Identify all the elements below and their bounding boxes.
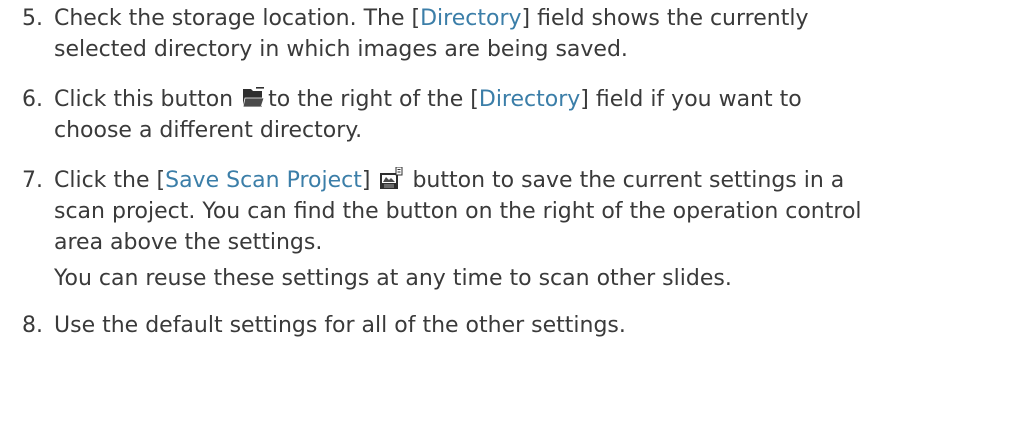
save-scan-project-link[interactable]: Save Scan Project bbox=[165, 168, 362, 193]
text-run: area above the settings. bbox=[54, 230, 323, 255]
text-run: to the right of the [ bbox=[268, 87, 479, 112]
folder-open-icon[interactable] bbox=[242, 86, 266, 109]
step-number: 8. bbox=[22, 313, 43, 338]
step-number: 6. bbox=[22, 87, 43, 112]
step-line: Use the default settings for all of the … bbox=[54, 310, 1014, 341]
step-number: 7. bbox=[22, 168, 43, 193]
step-text: Use the default settings for all of the … bbox=[54, 310, 1014, 341]
directory-field-link[interactable]: Directory bbox=[479, 87, 580, 112]
instruction-steps: 5. Check the storage location. The [Dire… bbox=[0, 0, 1021, 421]
text-run: ] field shows the currently bbox=[521, 6, 809, 31]
step-line: Click the [Save Scan Project] button to … bbox=[54, 165, 1014, 196]
step-line: choose a different directory. bbox=[54, 115, 1014, 146]
directory-field-link[interactable]: Directory bbox=[420, 6, 521, 31]
text-run: Use the default settings for all of the … bbox=[54, 313, 626, 338]
step-line: Click this button to the right of the [D… bbox=[54, 84, 1014, 115]
text-run: scan project. You can find the button on… bbox=[54, 199, 862, 224]
text-run: Check the storage location. The [ bbox=[54, 6, 421, 31]
step-line: scan project. You can find the button on… bbox=[54, 196, 1014, 227]
text-run: Click this button bbox=[54, 87, 234, 112]
text-run: choose a different directory. bbox=[54, 118, 363, 143]
save-scan-project-icon[interactable] bbox=[379, 166, 403, 190]
text-run: Click the [ bbox=[54, 168, 166, 193]
step-text: Click this button to the right of the [D… bbox=[54, 84, 1014, 146]
step-line: Check the storage location. The [Directo… bbox=[54, 3, 1014, 34]
text-run: selected directory in which images are b… bbox=[54, 37, 628, 62]
text-run: ] field if you want to bbox=[580, 87, 802, 112]
step-line: selected directory in which images are b… bbox=[54, 34, 1014, 65]
step-text: Check the storage location. The [Directo… bbox=[54, 3, 1014, 65]
step-number: 5. bbox=[22, 6, 43, 31]
text-run: ] bbox=[361, 168, 371, 193]
text-run: button to save the current settings in a bbox=[412, 168, 845, 193]
step-7-note: You can reuse these settings at any time… bbox=[54, 266, 732, 291]
step-text: Click the [Save Scan Project] button to … bbox=[54, 165, 1014, 258]
step-line: area above the settings. bbox=[54, 227, 1014, 258]
